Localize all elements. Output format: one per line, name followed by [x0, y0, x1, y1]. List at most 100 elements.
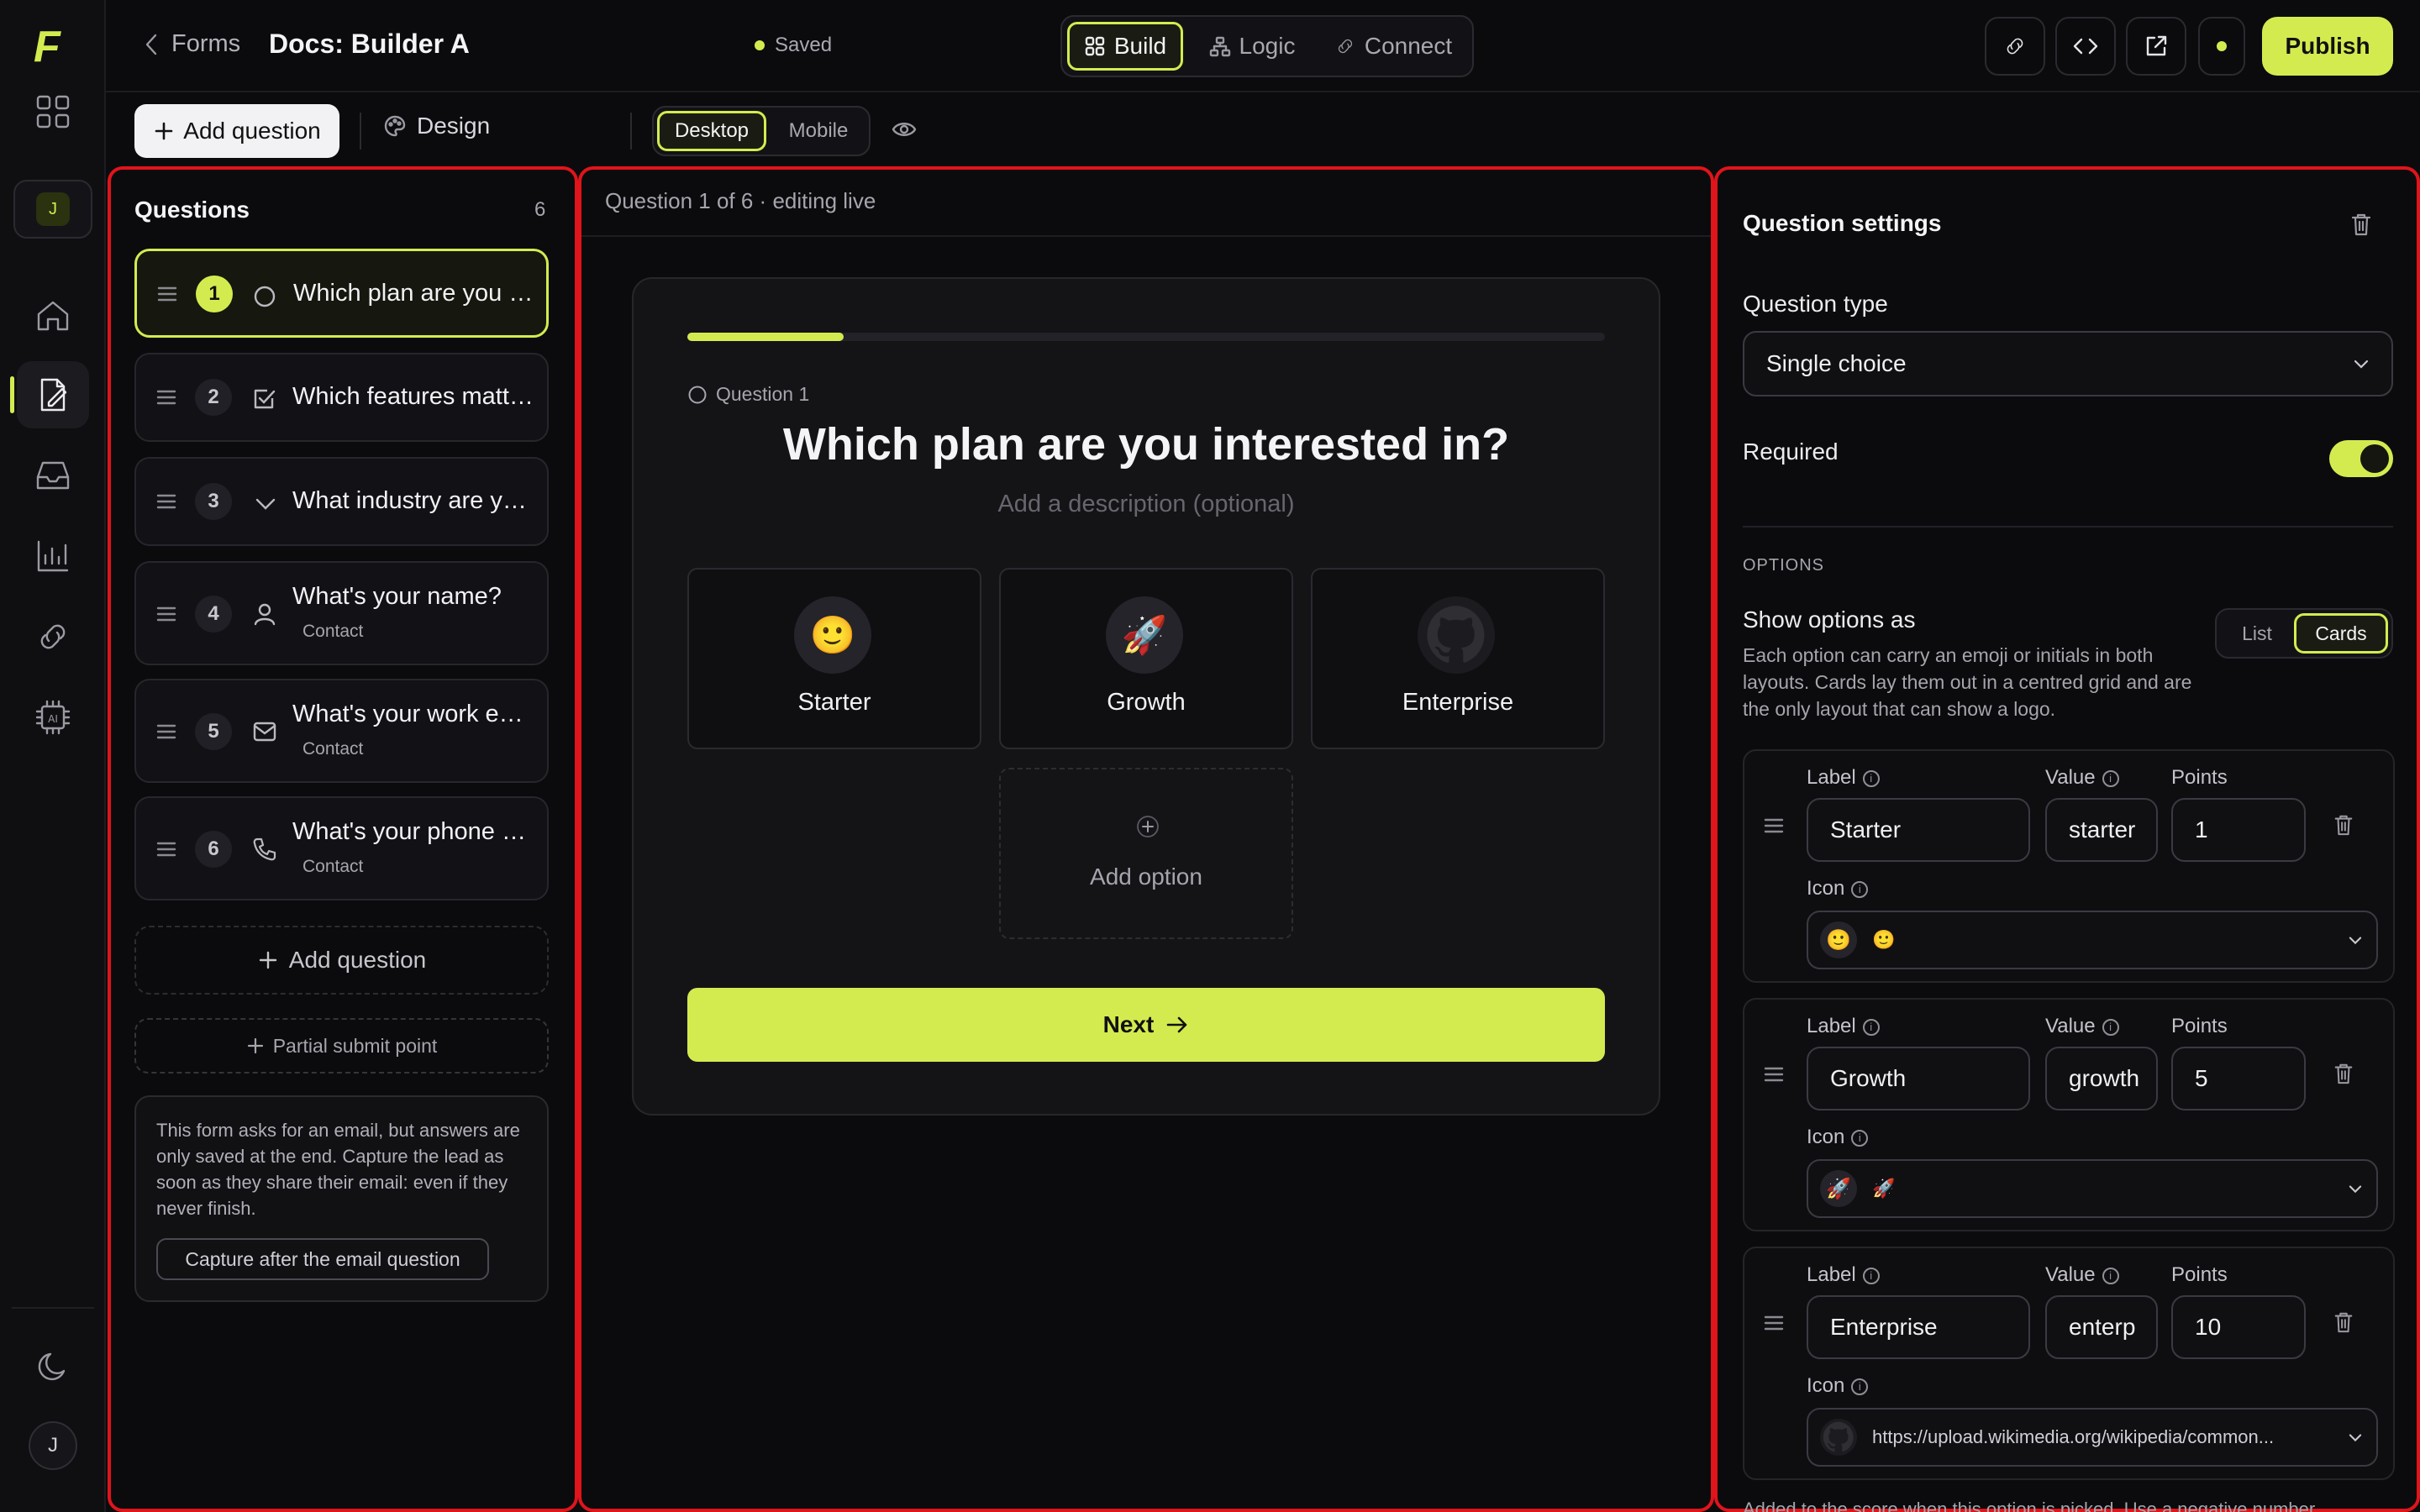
info-icon[interactable]: i — [1851, 880, 1869, 898]
show-options-toggle: List Cards — [2215, 608, 2393, 659]
back-link[interactable]: Forms — [143, 30, 240, 58]
inbox-icon[interactable] — [17, 442, 89, 509]
info-icon[interactable]: i — [1862, 769, 1880, 787]
partial-submit-button[interactable]: Partial submit point — [134, 1018, 549, 1074]
capture-after-email-button[interactable]: Capture after the email question — [156, 1238, 489, 1280]
drag-handle-icon[interactable] — [156, 492, 176, 511]
delete-question-icon[interactable] — [2349, 212, 2373, 237]
option-label: Enterprise — [1402, 689, 1514, 716]
points-field-label: Points — [2171, 766, 2228, 789]
device-mobile[interactable]: Mobile — [770, 111, 867, 151]
question-type-select[interactable]: Single choice — [1743, 331, 2393, 396]
ai-chip-icon[interactable]: AI — [17, 684, 89, 751]
drag-handle-icon[interactable] — [156, 722, 176, 741]
tab-logic[interactable]: Logic — [1195, 22, 1309, 71]
home-icon[interactable] — [17, 282, 89, 349]
next-label: Next — [1102, 1011, 1155, 1037]
device-desktop[interactable]: Desktop — [657, 111, 766, 151]
show-as-list[interactable]: List — [2222, 613, 2292, 654]
option-value-input[interactable]: starter — [2045, 798, 2158, 862]
moon-icon[interactable] — [35, 1349, 71, 1384]
required-toggle[interactable] — [2329, 440, 2393, 477]
open-external-button[interactable] — [2126, 17, 2186, 76]
option-value-input[interactable]: enterp — [2045, 1295, 2158, 1359]
option-card-starter[interactable]: 🙂 Starter — [687, 568, 981, 749]
question-number: 3 — [195, 483, 232, 520]
info-icon[interactable]: i — [2102, 1267, 2119, 1284]
add-question-inline-button[interactable]: Add question — [134, 926, 549, 995]
question-item-5[interactable]: 5 What's your work email? Contact — [134, 679, 549, 783]
add-question-label: Add question — [183, 118, 321, 144]
embed-code-button[interactable] — [2055, 17, 2116, 76]
option-icon-select[interactable]: https://upload.wikimedia.org/wikipedia/c… — [1807, 1408, 2378, 1467]
design-button[interactable]: Design — [383, 113, 490, 139]
show-as-cards[interactable]: Cards — [2294, 613, 2388, 654]
drag-handle-icon[interactable] — [157, 285, 177, 303]
info-icon[interactable]: i — [2102, 1018, 2119, 1036]
integrations-icon[interactable] — [17, 603, 89, 670]
option-card-enterprise[interactable]: Enterprise — [1311, 568, 1605, 749]
workspace-switcher[interactable]: J — [13, 180, 92, 239]
question-title[interactable]: Which plan are you interested in? — [632, 418, 1660, 470]
drag-handle-icon[interactable] — [1763, 816, 1785, 835]
option-points-input[interactable]: 5 — [2171, 1047, 2306, 1110]
info-icon[interactable]: i — [1851, 1129, 1869, 1147]
tab-build[interactable]: Build — [1067, 22, 1183, 71]
delete-option-icon[interactable] — [2333, 813, 2354, 837]
drag-handle-icon[interactable] — [1763, 1314, 1785, 1332]
publish-button[interactable]: Publish — [2262, 17, 2393, 76]
icon-preview: 🙂 — [1820, 921, 1857, 958]
option-label-input[interactable]: Starter — [1807, 798, 2030, 862]
drag-handle-icon[interactable] — [156, 840, 176, 858]
question-item-6[interactable]: 6 What's your phone number? Contact — [134, 796, 549, 900]
option-points-input[interactable]: 1 — [2171, 798, 2306, 862]
delete-option-icon[interactable] — [2333, 1310, 2354, 1334]
app-logo[interactable]: F — [34, 22, 60, 72]
notice-text: This form asks for an email, but answers… — [156, 1120, 520, 1219]
option-icon-select[interactable]: 🙂 🙂 — [1807, 911, 2378, 969]
info-icon[interactable]: i — [1862, 1018, 1880, 1036]
value-field-label: Value i — [2045, 1263, 2119, 1287]
user-avatar[interactable]: J — [29, 1421, 77, 1470]
delete-option-icon[interactable] — [2333, 1062, 2354, 1085]
info-icon[interactable]: i — [1851, 1378, 1869, 1395]
option-icon-select[interactable]: 🚀 🚀 — [1807, 1159, 2378, 1218]
question-item-4[interactable]: 4 What's your name? Contact — [134, 561, 549, 665]
editor-status: Question 1 of 6 · editing live — [605, 188, 876, 213]
add-option-button[interactable]: Add option — [999, 768, 1293, 939]
drag-handle-icon[interactable] — [1763, 1065, 1785, 1084]
apps-grid-icon[interactable] — [35, 94, 71, 129]
preview-eye-icon[interactable] — [891, 116, 918, 143]
info-icon[interactable]: i — [2102, 769, 2119, 787]
option-label-input[interactable]: Growth — [1807, 1047, 2030, 1110]
drag-handle-icon[interactable] — [156, 388, 176, 407]
question-text: Which plan are you interested in? — [293, 280, 537, 307]
question-item-1[interactable]: 1 Which plan are you interested in? — [134, 249, 549, 338]
tab-connect[interactable]: Connect — [1319, 22, 1467, 71]
add-question-inline-label: Add question — [288, 947, 427, 973]
device-toggle: Desktop Mobile — [652, 106, 871, 156]
question-item-3[interactable]: 3 What industry are you in? — [134, 457, 549, 546]
next-button[interactable]: Next — [687, 988, 1605, 1062]
option-value-input[interactable]: growth — [2045, 1047, 2158, 1110]
icon-value: 🙂 — [1872, 929, 1896, 950]
analytics-icon[interactable] — [17, 522, 89, 590]
required-label: Required — [1743, 438, 1839, 465]
radio-icon — [254, 286, 276, 307]
add-question-button[interactable]: Add question — [134, 104, 339, 158]
questions-title: Questions — [134, 197, 250, 223]
question-item-2[interactable]: 2 Which features matter most? — [134, 353, 549, 442]
forms-edit-icon[interactable] — [10, 361, 89, 428]
doc-title[interactable]: Docs: Builder A — [269, 29, 470, 60]
question-description-input[interactable]: Add a description (optional) — [632, 491, 1660, 518]
option-points-input[interactable]: 10 — [2171, 1295, 2306, 1359]
option-label-input[interactable]: Enterprise — [1807, 1295, 2030, 1359]
share-link-button[interactable] — [1985, 17, 2045, 76]
chevron-down-icon — [2349, 1434, 2362, 1442]
info-icon[interactable]: i — [1862, 1267, 1880, 1284]
toolbar-divider — [360, 113, 361, 150]
status-button[interactable] — [2198, 17, 2245, 76]
drag-handle-icon[interactable] — [156, 605, 176, 623]
option-card-growth[interactable]: 🚀 Growth — [999, 568, 1293, 749]
tab-logic-label: Logic — [1239, 33, 1296, 59]
